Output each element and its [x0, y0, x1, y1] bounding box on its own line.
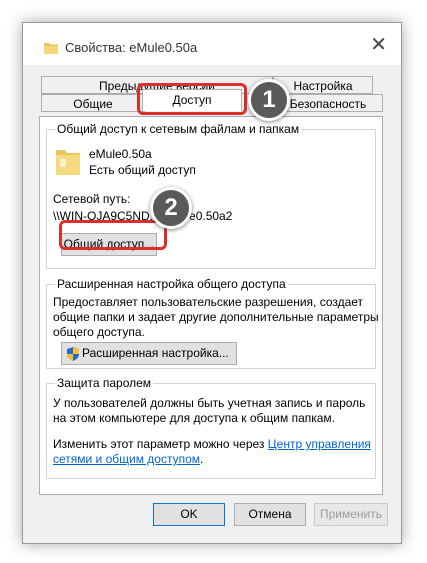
network-center-link-cont[interactable]: сетями и общим доступом: [53, 452, 200, 466]
group-title: Защита паролем: [55, 376, 154, 390]
folder-icon: [44, 43, 58, 54]
advanced-desc-line3: общего доступа.: [53, 325, 145, 339]
group-title: Расширенная настройка общего доступа: [55, 277, 288, 291]
advanced-desc-line1: Предоставляет пользовательские разрешени…: [53, 295, 364, 309]
password-change-text-cont: сетями и общим доступом.: [53, 452, 204, 466]
step1-badge: 1: [248, 79, 290, 121]
network-center-link[interactable]: Центр управления: [268, 437, 371, 451]
step2-badge: 2: [150, 187, 192, 229]
title-bar: Свойства: eMule0.50a ✕: [23, 23, 401, 65]
uac-shield-icon: [67, 347, 79, 361]
network-path-label: Сетевой путь:: [53, 192, 131, 206]
sharing-status: Есть общий доступ: [89, 163, 196, 177]
close-icon[interactable]: ✕: [370, 35, 387, 55]
ok-button[interactable]: OK: [153, 503, 225, 526]
group-title: Общий доступ к сетевым файлам и папкам: [55, 122, 302, 136]
password-line1: У пользователей должны быть учетная запи…: [53, 396, 366, 410]
tab-general[interactable]: Общие: [41, 94, 145, 112]
folder-name: eMule0.50a: [89, 147, 152, 161]
apply-button[interactable]: Применить: [314, 503, 388, 526]
password-protection-group: Защита паролем У пользователей должны бы…: [46, 376, 376, 479]
window-title: Свойства: eMule0.50a: [65, 40, 198, 55]
advanced-sharing-button[interactable]: Расширенная настройка...: [61, 342, 237, 365]
sharing-tab-panel: Общий доступ к сетевым файлам и папкам e…: [39, 116, 383, 495]
password-line2: на этом компьютере для доступа к общим п…: [53, 411, 336, 425]
password-change-text: Изменить этот параметр можно через Центр…: [53, 437, 371, 451]
advanced-desc-line2: общие папки и задает другие дополнительн…: [53, 310, 379, 324]
shared-folder-icon: [56, 150, 80, 175]
step1-highlight: [137, 83, 247, 115]
advanced-sharing-group: Расширенная настройка общего доступа Пре…: [46, 277, 379, 369]
step2-highlight: [59, 220, 167, 250]
cancel-button[interactable]: Отмена: [234, 503, 306, 526]
